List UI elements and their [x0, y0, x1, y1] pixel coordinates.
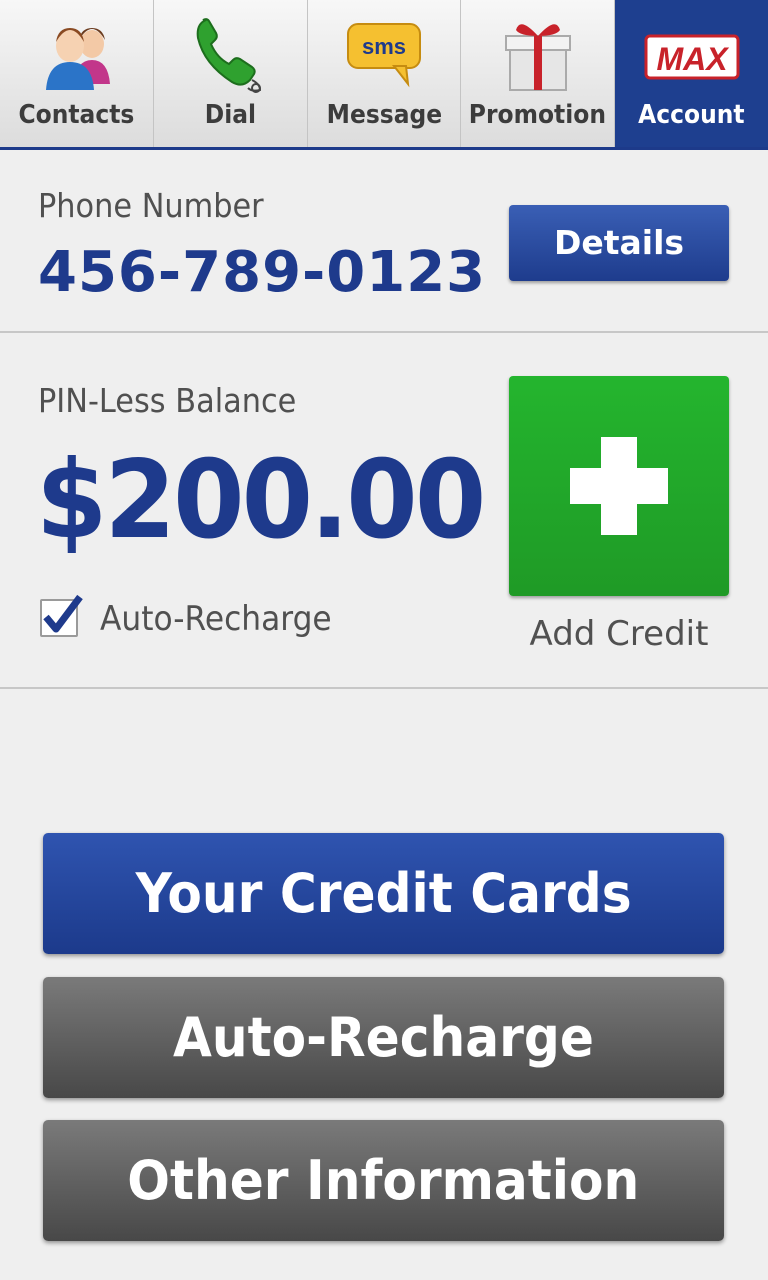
tab-label: Account — [638, 100, 745, 130]
plus-icon-vertical — [601, 437, 637, 535]
details-button[interactable]: Details — [509, 205, 729, 281]
auto-recharge-label[interactable]: Auto-Recharge — [100, 599, 332, 639]
max-logo-text: MAX — [656, 41, 729, 77]
your-credit-cards-label: Your Credit Cards — [135, 862, 632, 925]
tab-label: Contacts — [18, 100, 135, 130]
phone-number-caption: Phone Number — [38, 186, 264, 225]
auto-recharge-settings-button[interactable]: Auto-Recharge Settings — [43, 977, 724, 1190]
add-credit-label[interactable]: Add Credit — [509, 614, 729, 654]
balance-caption: PIN-Less Balance — [38, 381, 297, 420]
tab-dial[interactable]: Dial — [153, 0, 308, 147]
other-information-label: Other Information — [127, 1149, 640, 1212]
1clic-max-logo-icon: MAX — [642, 14, 742, 94]
tab-bar: Contacts Dial sms Message Promotion MAX … — [0, 0, 768, 150]
balance-amount: $200.00 — [36, 438, 486, 563]
add-credit-button[interactable] — [509, 376, 729, 596]
tab-label: Dial — [204, 100, 256, 130]
auto-recharge-checkbox[interactable] — [40, 594, 83, 637]
balance-section: PIN-Less Balance $200.00 Auto-Recharge A… — [0, 333, 768, 689]
sms-icon-text: sms — [362, 34, 406, 59]
tab-label: Promotion — [469, 100, 607, 130]
tab-contacts[interactable]: Contacts — [0, 0, 154, 147]
other-information-button[interactable]: Other Information — [43, 1120, 724, 1241]
tab-label: Message — [326, 100, 442, 130]
your-credit-cards-button[interactable]: Your Credit Cards — [43, 833, 724, 954]
tab-promotion[interactable]: Promotion — [461, 0, 616, 147]
phone-number-value: 456-789-0123 — [38, 240, 487, 305]
tab-account[interactable]: MAX Account — [615, 0, 768, 147]
tab-message[interactable]: sms Message — [307, 0, 462, 147]
phone-section: Phone Number 456-789-0123 Details — [0, 150, 768, 333]
checkmark-icon — [43, 594, 83, 633]
phone-handset-icon — [190, 14, 270, 94]
gift-box-icon — [498, 14, 578, 94]
contacts-icon — [36, 14, 116, 94]
sms-bubble-icon: sms — [344, 14, 424, 94]
